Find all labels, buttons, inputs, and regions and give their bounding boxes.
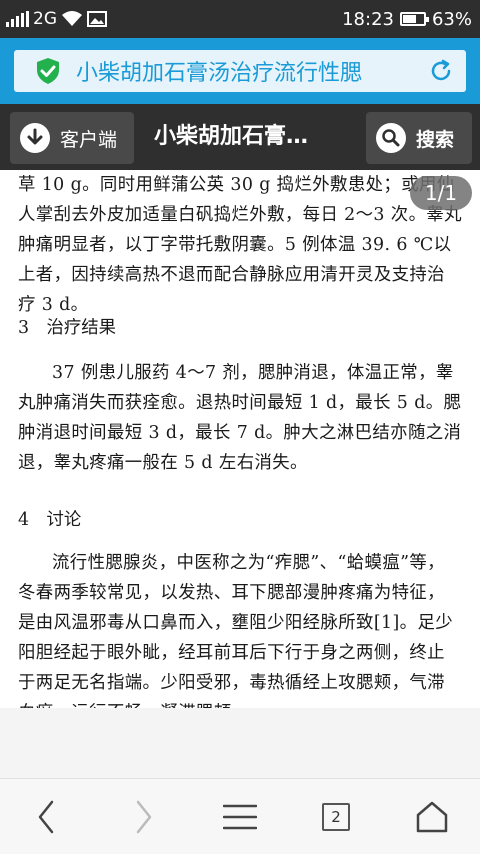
battery-icon: [399, 12, 429, 26]
refresh-icon[interactable]: [428, 58, 454, 84]
search-button[interactable]: 搜索: [366, 112, 472, 164]
chevron-left-icon: [38, 800, 54, 834]
paragraph-3: 流行性腮腺炎，中医称之为“痄腮”、“蛤蟆瘟”等，冬春两季较常见，以发热、耳下腮部…: [18, 553, 454, 708]
tabs-button[interactable]: 2: [312, 797, 360, 837]
signal-icon: [6, 11, 29, 27]
network-type: 2G: [33, 9, 57, 29]
wifi-icon: [62, 11, 82, 26]
home-icon: [416, 801, 448, 833]
chevron-right-icon: [136, 800, 152, 834]
status-bar: 2G 18:23 63%: [0, 0, 480, 38]
shield-check-icon: [37, 58, 59, 84]
battery-percent: 63%: [431, 8, 472, 30]
page-title: 小柴胡加石膏…: [154, 124, 309, 149]
menu-icon: [223, 804, 257, 830]
site-toolbar: 客户端 小柴胡加石膏… 搜索: [0, 104, 480, 170]
menu-button[interactable]: [216, 797, 264, 837]
download-icon: [20, 123, 50, 153]
forward-button[interactable]: [120, 797, 168, 837]
back-button[interactable]: [22, 797, 70, 837]
clock: 18:23: [342, 8, 394, 30]
address-bar-area: 小柴胡加石膏汤治疗流行性腮: [0, 38, 480, 104]
page-url-title: 小柴胡加石膏汤治疗流行性腮: [76, 61, 363, 86]
client-label: 客户端: [60, 128, 118, 151]
home-button[interactable]: [408, 797, 456, 837]
section-heading-4: 4 讨论: [18, 510, 82, 530]
paragraph-2: 37 例患儿服药 4～7 剂，腮肿消退，体温正常，睾丸肿痛消失而获痊愈。退热时间…: [18, 363, 462, 473]
section-heading-3: 3 治疗结果: [18, 318, 117, 338]
client-download-button[interactable]: 客户端: [10, 112, 134, 164]
search-icon: [376, 123, 406, 153]
tab-count: 2: [331, 808, 341, 826]
tabs-icon: 2: [322, 803, 350, 831]
search-label: 搜索: [416, 128, 455, 151]
bottom-navigation: 2: [0, 778, 480, 854]
image-icon: [87, 11, 107, 27]
paragraph-1: 草 10 g。同时用鲜蒲公英 30 g 捣烂外敷患处；或用仙人掌刮去外皮加适量白…: [18, 175, 462, 315]
address-bar[interactable]: 小柴胡加石膏汤治疗流行性腮: [14, 50, 466, 92]
document-page[interactable]: 草 10 g。同时用鲜蒲公英 30 g 捣烂外敷患处；或用仙人掌刮去外皮加适量白…: [0, 170, 480, 708]
page-indicator: 1/1: [410, 176, 472, 210]
